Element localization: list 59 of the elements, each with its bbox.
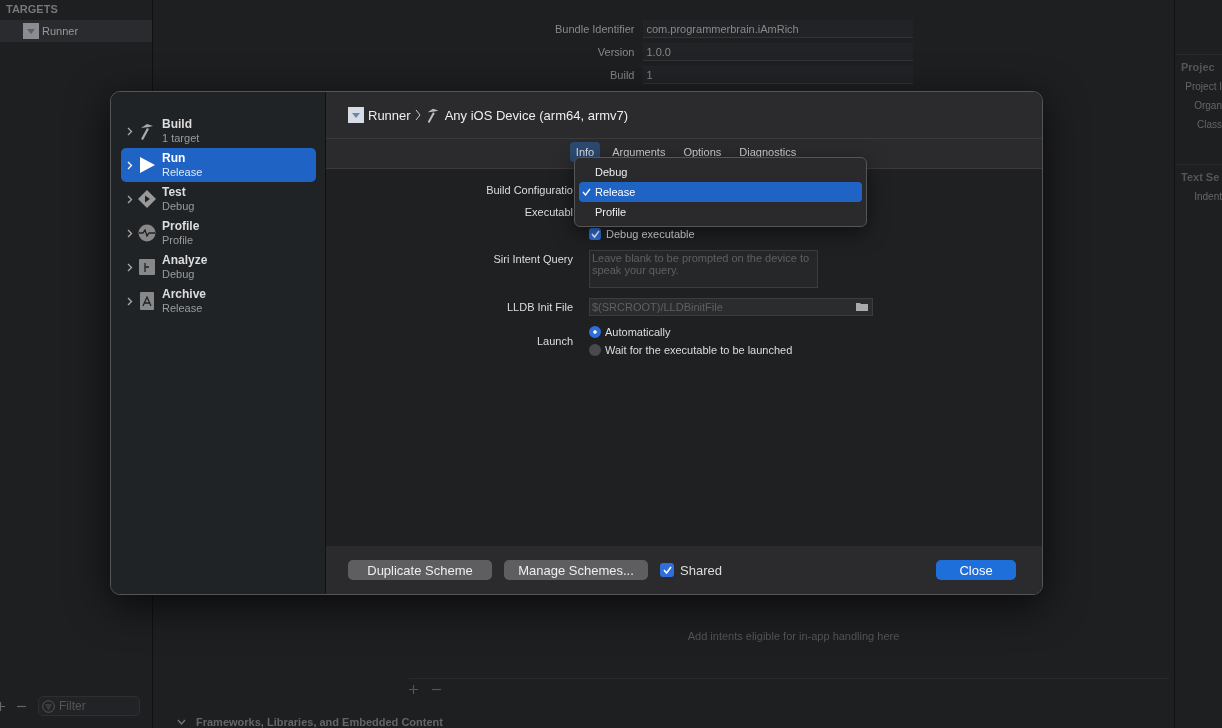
scheme-name[interactable]: Runner	[368, 107, 411, 123]
menu-item[interactable]: Release	[579, 182, 862, 202]
checkmark-icon	[590, 230, 600, 238]
field-label: Build Configuratio	[485, 184, 573, 196]
chevron-icon	[127, 160, 133, 170]
text-field[interactable]: 1.0.0	[642, 43, 913, 61]
debug-executable-checkbox[interactable]: Debug executable	[589, 228, 873, 240]
field-label: Version	[596, 46, 635, 58]
folder-icon[interactable]	[856, 302, 868, 311]
app-icon	[23, 23, 39, 39]
field-label: Class	[1197, 119, 1222, 130]
footer-button[interactable]: Manage Schemes...	[504, 560, 648, 580]
text-field[interactable]: com.programmerbrain.iAmRich	[642, 20, 913, 38]
target-item[interactable]: Runner	[0, 20, 152, 42]
chevron-icon	[127, 228, 133, 238]
chevron-icon	[127, 194, 133, 204]
field-label: Indent	[1194, 191, 1222, 202]
analyze-icon	[138, 259, 156, 275]
launch-radio[interactable]: Automatically	[589, 326, 873, 338]
tab[interactable]: Diagnostics	[733, 142, 803, 162]
shared-checkbox[interactable]: Shared	[660, 562, 722, 578]
field-label: Project I	[1185, 81, 1222, 92]
footer-button[interactable]: Duplicate Scheme	[348, 560, 492, 580]
play-icon	[138, 156, 156, 174]
field-label: Bundle Identifier	[554, 23, 635, 35]
field-label: Launch	[535, 335, 573, 347]
scheme-action[interactable]: Test Debug	[121, 182, 316, 216]
test-diamond-icon	[138, 190, 156, 208]
scheme-action[interactable]: Profile Profile	[121, 216, 316, 250]
archive-icon	[138, 292, 156, 310]
chevron-icon	[414, 109, 421, 121]
scheme-action[interactable]: Archive Release	[121, 284, 316, 318]
menu-item[interactable]: Debug	[579, 162, 862, 182]
destination-name[interactable]: Any iOS Device (arm64, armv7)	[444, 107, 629, 123]
gauge-icon	[138, 224, 156, 242]
tab[interactable]: Options	[677, 142, 728, 162]
section-header: TARGETS	[5, 2, 59, 17]
checkmark-icon	[582, 188, 591, 196]
tab[interactable]: Arguments	[606, 142, 672, 162]
chevron-icon	[127, 126, 133, 136]
text-field[interactable]: 1	[642, 66, 913, 84]
close-button[interactable]: Close	[936, 560, 1016, 580]
field-label: LLDB Init File	[505, 301, 573, 313]
add-icon[interactable]	[409, 685, 418, 694]
filter-icon	[42, 700, 55, 713]
scheme-action[interactable]: Run Release	[121, 148, 316, 182]
checkmark-icon	[662, 566, 672, 574]
chevron-icon	[127, 262, 133, 272]
field-label: Executabl	[523, 206, 573, 218]
field-label: Build	[609, 69, 635, 81]
scheme-action[interactable]: Analyze Debug	[121, 250, 316, 284]
menu-item[interactable]: Profile	[579, 202, 862, 222]
field-label: Organ	[1194, 100, 1222, 111]
launch-radio[interactable]: Wait for the executable to be launched	[589, 344, 873, 356]
field-label: Siri Intent Query	[492, 252, 573, 265]
disclosure-icon[interactable]	[177, 719, 186, 725]
scheme-action[interactable]: Build 1 target	[121, 114, 316, 148]
chevron-icon	[127, 296, 133, 306]
app-icon	[348, 107, 364, 123]
